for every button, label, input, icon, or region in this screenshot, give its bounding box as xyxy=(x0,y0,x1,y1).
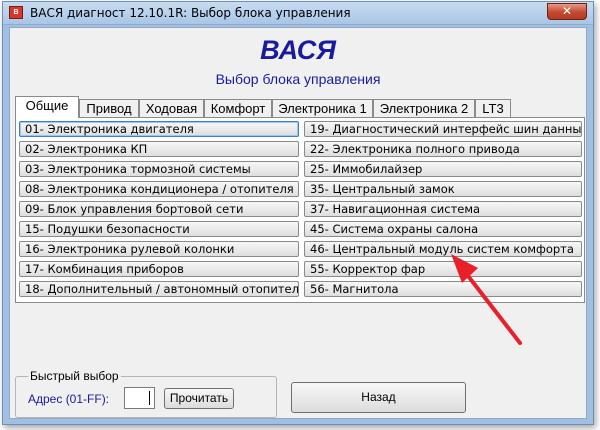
close-icon: ✕ xyxy=(561,4,573,18)
module-button-19[interactable]: 19- Диагностический интерфейс шин данных xyxy=(304,121,582,137)
page-subtitle: Выбор блока управления xyxy=(215,71,381,87)
module-button-46[interactable]: 46- Центральный модуль систем комфорта xyxy=(304,241,582,257)
address-input[interactable] xyxy=(124,387,155,409)
module-list-panel: 01- Электроника двигателя 02- Электроник… xyxy=(15,117,585,303)
tab-drive[interactable]: Привод xyxy=(79,99,139,117)
module-button-16[interactable]: 16- Электроника рулевой колонки xyxy=(19,241,299,257)
back-button[interactable]: Назад xyxy=(291,382,466,413)
tab-electronics-2[interactable]: Электроника 2 xyxy=(373,99,475,117)
quick-select-group: Быстрый выбор Адрес (01-FF): Прочитать xyxy=(15,369,277,418)
main-panel: ВАСЯ Выбор блока управления Общие Привод… xyxy=(9,27,587,419)
module-button-45[interactable]: 45- Система охраны салона xyxy=(304,221,582,237)
module-button-03[interactable]: 03- Электроника тормозной системы xyxy=(19,161,299,177)
module-button-09[interactable]: 09- Блок управления бортовой сети xyxy=(19,201,299,217)
module-button-02[interactable]: 02- Электроника КП xyxy=(19,141,299,157)
tab-comfort[interactable]: Комфорт xyxy=(204,99,272,117)
title-bar[interactable]: В ВАСЯ диагност 12.10.1R: Выбор блока уп… xyxy=(3,2,593,25)
text-caret xyxy=(149,391,150,405)
module-button-08[interactable]: 08- Электроника кондиционера / отопителя xyxy=(19,181,299,197)
module-button-18[interactable]: 18- Дополнительный / автономный отопител… xyxy=(19,281,299,297)
window-title: ВАСЯ диагност 12.10.1R: Выбор блока упра… xyxy=(30,6,351,20)
app-window: В ВАСЯ диагност 12.10.1R: Выбор блока уп… xyxy=(2,1,594,425)
quick-select-title: Быстрый выбор xyxy=(28,369,121,383)
module-button-55[interactable]: 55- Корректор фар xyxy=(304,261,582,277)
module-button-22[interactable]: 22- Электроника полного привода xyxy=(304,141,582,157)
module-button-25[interactable]: 25- Иммобилайзер xyxy=(304,161,582,177)
address-label: Адрес (01-FF): xyxy=(28,392,110,406)
tab-electronics-1[interactable]: Электроника 1 xyxy=(272,99,373,117)
module-button-15[interactable]: 15- Подушки безопасности xyxy=(19,221,299,237)
module-button-56[interactable]: 56- Магнитола xyxy=(304,281,582,297)
tab-lt3[interactable]: LT3 xyxy=(475,99,511,117)
module-button-35[interactable]: 35- Центральный замок xyxy=(304,181,582,197)
module-button-01[interactable]: 01- Электроника двигателя xyxy=(19,121,299,137)
tab-general[interactable]: Общие xyxy=(15,96,79,118)
close-button[interactable]: ✕ xyxy=(547,3,587,20)
module-button-37[interactable]: 37- Навигационная система xyxy=(304,201,582,217)
app-icon: В xyxy=(9,6,23,19)
read-button[interactable]: Прочитать xyxy=(164,388,234,409)
tab-chassis[interactable]: Ходовая xyxy=(139,99,204,117)
app-name: ВАСЯ xyxy=(260,35,336,65)
module-button-17[interactable]: 17- Комбинация приборов xyxy=(19,261,299,277)
